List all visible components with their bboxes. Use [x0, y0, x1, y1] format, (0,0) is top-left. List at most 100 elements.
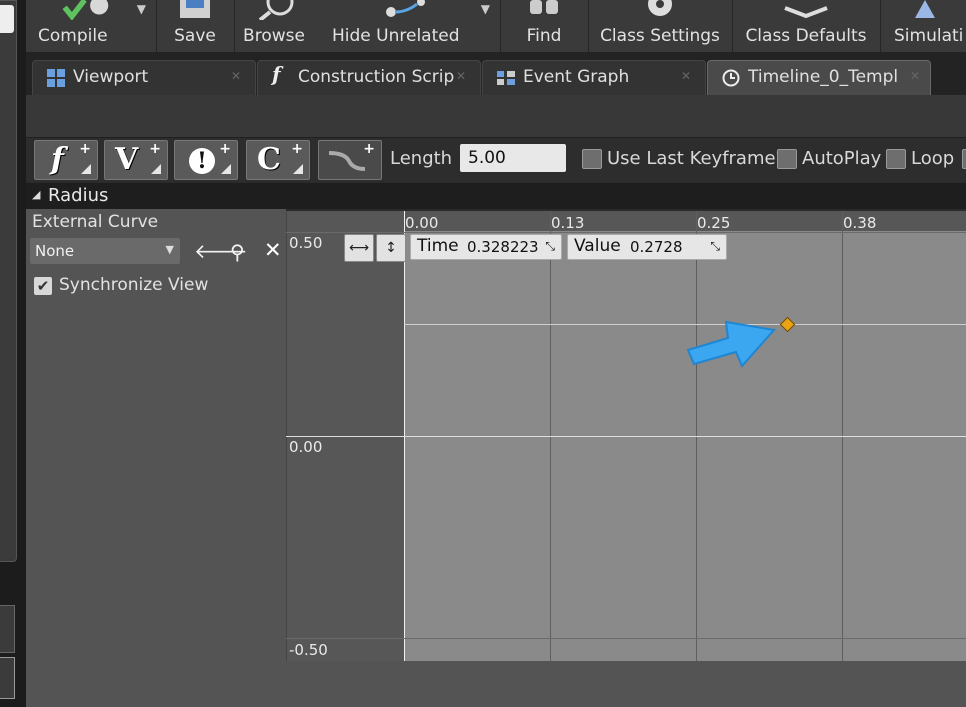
- browse-magnifier-icon: [258, 0, 294, 20]
- add-vector-track-button[interactable]: V +: [104, 140, 168, 180]
- save-disk-icon: [180, 0, 210, 18]
- close-icon[interactable]: ✕: [456, 69, 466, 83]
- plus-icon: +: [149, 141, 161, 157]
- browse-label: Browse: [243, 26, 305, 46]
- class-defaults-label: Class Defaults: [745, 26, 867, 46]
- track-name: Radius: [48, 185, 109, 206]
- left-edge-button-lower[interactable]: [0, 605, 15, 653]
- tab-timeline[interactable]: Timeline_0_Templ ✕: [707, 60, 931, 95]
- x-tick-label: 0.00: [405, 214, 439, 232]
- fit-horizontal-icon: ⟷: [348, 240, 370, 256]
- plus-icon: +: [291, 141, 303, 157]
- hide-unrelated-button[interactable]: Hide Unrelated ▼: [314, 0, 501, 52]
- simulation-button[interactable]: Simulati: [880, 0, 966, 52]
- event-track-icon: !: [189, 141, 215, 179]
- class-settings-button[interactable]: Class Settings: [588, 0, 733, 52]
- time-label: Time: [417, 236, 459, 256]
- compile-dropdown-icon[interactable]: ▼: [137, 2, 146, 16]
- color-track-icon: C: [257, 142, 281, 177]
- track-properties-panel: External Curve ✔ Synchronize View: [26, 209, 286, 707]
- save-label: Save: [174, 26, 216, 46]
- save-button[interactable]: Save: [156, 0, 235, 52]
- close-icon[interactable]: ✕: [910, 69, 920, 83]
- close-icon[interactable]: ✕: [681, 69, 691, 83]
- plus-icon: +: [219, 141, 231, 157]
- compile-check-icon: [62, 0, 109, 20]
- use-last-keyframe-label: Use Last Keyframe?: [607, 148, 786, 169]
- fit-horizontal-button[interactable]: ⟷: [344, 234, 374, 262]
- browse-button[interactable]: Browse: [234, 0, 314, 52]
- x-tick-label: 0.13: [551, 214, 585, 232]
- expand-arrows-icon: ⤡: [710, 239, 720, 253]
- tab-event-graph-label: Event Graph: [523, 67, 630, 87]
- editor-tab-row: Viewport ✕ f Construction Scrip ✕ Event …: [26, 53, 966, 95]
- loop-checkbox[interactable]: [886, 149, 906, 169]
- value-value: 0.2728: [630, 238, 683, 256]
- external-curve-value: None: [35, 242, 75, 260]
- y-tick-label: 0.50: [289, 234, 323, 252]
- tab-viewport[interactable]: Viewport ✕: [32, 60, 256, 95]
- graph-bottom-area: [286, 661, 966, 707]
- tab-event-graph[interactable]: Event Graph ✕: [482, 60, 706, 95]
- time-field[interactable]: Time 0.328223 ⤡: [410, 234, 562, 260]
- event-graph-icon: [497, 71, 515, 85]
- value-gridline-bottom: [286, 638, 966, 639]
- find-label: Find: [526, 26, 562, 46]
- timeline-toolbar: f + V + ! + C + + Length 5.00 Use Last Keyfr…: [26, 138, 966, 182]
- hide-unrelated-dropdown-icon[interactable]: ▼: [481, 2, 490, 16]
- left-edge-button[interactable]: [0, 5, 14, 33]
- replicated-checkbox[interactable]: [962, 149, 966, 169]
- expand-arrows-icon: ⤡: [545, 239, 555, 253]
- simulation-icon: [915, 0, 935, 18]
- loop-label: Loop: [911, 148, 955, 169]
- y-tick-label: 0.00: [289, 438, 323, 456]
- track-header[interactable]: ◢ Radius: [26, 183, 966, 209]
- add-float-track-button[interactable]: f +: [34, 140, 98, 180]
- find-button[interactable]: Find: [500, 0, 589, 52]
- clock-icon: [722, 69, 740, 87]
- details-band: [26, 95, 966, 138]
- tab-viewport-label: Viewport: [73, 67, 149, 87]
- close-icon[interactable]: ✕: [231, 69, 241, 83]
- value-gridline-top: [286, 232, 966, 233]
- autoplay-checkbox[interactable]: [777, 149, 797, 169]
- fit-vertical-button[interactable]: ↕: [376, 234, 406, 262]
- fit-vertical-icon: ↕: [385, 240, 397, 256]
- class-settings-label: Class Settings: [600, 26, 720, 46]
- tab-construction-script[interactable]: f Construction Scrip ✕: [257, 60, 481, 95]
- add-event-track-button[interactable]: ! +: [174, 140, 238, 180]
- clear-close-icon[interactable]: ✕: [264, 238, 282, 262]
- value-label: Value: [574, 236, 621, 256]
- curve-corner-icon: [151, 164, 161, 174]
- value-zero-line: [286, 436, 966, 437]
- add-color-track-button[interactable]: C +: [246, 140, 310, 180]
- collapse-triangle-icon[interactable]: ◢: [32, 188, 40, 201]
- browse-search-icon[interactable]: ⚲: [230, 240, 245, 264]
- class-defaults-button[interactable]: Class Defaults: [732, 0, 881, 52]
- sync-view-checkbox[interactable]: ✔: [34, 277, 52, 295]
- simulation-label: Simulati: [894, 26, 964, 46]
- y-tick-label: -0.50: [289, 641, 328, 659]
- class-settings-gear-icon: [648, 0, 672, 16]
- annotation-arrow-icon: [686, 320, 776, 368]
- add-curve-asset-button[interactable]: +: [318, 140, 382, 180]
- find-binoculars-icon: [530, 0, 558, 14]
- plus-icon: +: [363, 141, 375, 157]
- external-curve-dropdown[interactable]: None ▼: [30, 238, 180, 264]
- left-panel-edge: [0, 0, 17, 562]
- curve-plot-area[interactable]: [404, 231, 966, 661]
- hide-unrelated-icon: [386, 0, 425, 17]
- float-track-icon: f: [51, 142, 64, 177]
- curve-icon: [328, 151, 366, 171]
- compile-button[interactable]: Compile ▼: [26, 0, 157, 52]
- chevron-down-icon: ▼: [165, 243, 174, 256]
- left-edge-button-bottom[interactable]: [0, 657, 15, 699]
- length-input[interactable]: 5.00: [460, 144, 566, 172]
- compile-label: Compile: [38, 26, 108, 46]
- x-tick-label: 0.38: [843, 214, 877, 232]
- use-last-keyframe-checkbox[interactable]: [582, 149, 602, 169]
- function-icon: f: [272, 62, 281, 86]
- value-field[interactable]: Value 0.2728 ⤡: [567, 234, 727, 260]
- time-value: 0.328223: [467, 238, 539, 256]
- main-toolbar: Compile ▼ Save Browse Hide Unrelated ▼ F…: [26, 0, 966, 53]
